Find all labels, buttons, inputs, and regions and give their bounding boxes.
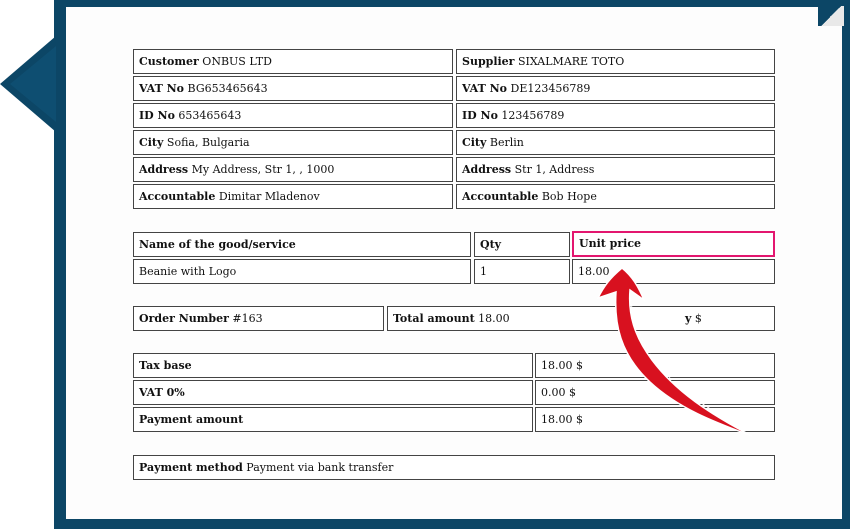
customer-vat-label: VAT No xyxy=(139,82,185,95)
callout-pointer-inner xyxy=(10,46,56,122)
payment-amount-label-cell: Payment amount xyxy=(133,407,533,432)
item-qty-value: 1 xyxy=(480,265,487,278)
order-number-label: Order Number xyxy=(139,312,229,325)
customer-city-label: City xyxy=(139,136,164,149)
customer-id-cell: ID No 653465643 xyxy=(133,103,453,128)
tax-base-label-cell: Tax base xyxy=(133,353,533,378)
customer-cell: Customer ONBUS LTD xyxy=(133,49,453,74)
item-row-name: Beanie with Logo xyxy=(133,259,471,284)
customer-address-cell: Address My Address, Str 1, , 1000 xyxy=(133,157,453,182)
customer-id-label: ID No xyxy=(139,109,175,122)
supplier-city-label: City xyxy=(462,136,487,149)
items-header-qty-label: Qty xyxy=(480,238,502,251)
item-row-qty: 1 xyxy=(474,259,570,284)
items-header-qty: Qty xyxy=(474,232,570,257)
vat-label: VAT 0% xyxy=(139,386,185,399)
items-header-name: Name of the good/service xyxy=(133,232,471,257)
total-amount-value: 18.00 xyxy=(478,312,510,325)
arrow-shape xyxy=(596,267,753,437)
order-number-cell: Order Number #163 xyxy=(133,306,384,331)
supplier-label: Supplier xyxy=(462,55,515,68)
customer-id-value: 653465643 xyxy=(178,109,242,122)
supplier-accountable-cell: Accountable Bob Hope xyxy=(456,184,775,209)
payment-amount-value: 18.00 $ xyxy=(541,413,583,426)
supplier-accountable-label: Accountable xyxy=(462,190,539,203)
supplier-cell: Supplier SIXALMARE TOTO xyxy=(456,49,775,74)
supplier-value: SIXALMARE TOTO xyxy=(517,55,625,68)
payment-method-label: Payment method xyxy=(139,461,243,474)
customer-label: Customer xyxy=(139,55,199,68)
items-header-unit-price-label: Unit price xyxy=(579,237,642,250)
supplier-id-label: ID No xyxy=(462,109,498,122)
supplier-address-value: Str 1, Address xyxy=(514,163,595,176)
customer-vat-value: BG653465643 xyxy=(187,82,268,95)
supplier-city-value: Berlin xyxy=(489,136,524,149)
supplier-vat-value: DE123456789 xyxy=(510,82,591,95)
customer-vat-cell: VAT No BG653465643 xyxy=(133,76,453,101)
order-number-value: #163 xyxy=(232,312,263,325)
customer-city-cell: City Sofia, Bulgaria xyxy=(133,130,453,155)
vat-value: 0.00 $ xyxy=(541,386,576,399)
customer-accountable-value: Dimitar Mladenov xyxy=(218,190,320,203)
items-header-name-label: Name of the good/service xyxy=(139,238,296,251)
items-header-unit-price: Unit price xyxy=(572,231,775,257)
customer-accountable-cell: Accountable Dimitar Mladenov xyxy=(133,184,453,209)
supplier-accountable-value: Bob Hope xyxy=(541,190,597,203)
payment-amount-label: Payment amount xyxy=(139,413,244,426)
total-amount-label: Total amount xyxy=(393,312,475,325)
customer-address-value: My Address, Str 1, , 1000 xyxy=(191,163,335,176)
tax-base-value: 18.00 $ xyxy=(541,359,583,372)
item-name-value: Beanie with Logo xyxy=(139,265,237,278)
supplier-vat-cell: VAT No DE123456789 xyxy=(456,76,775,101)
supplier-city-cell: City Berlin xyxy=(456,130,775,155)
supplier-id-cell: ID No 123456789 xyxy=(456,103,775,128)
page-fold-corner xyxy=(818,6,844,26)
customer-value: ONBUS LTD xyxy=(202,55,272,68)
customer-address-label: Address xyxy=(139,163,189,176)
customer-accountable-label: Accountable xyxy=(139,190,216,203)
customer-city-value: Sofia, Bulgaria xyxy=(166,136,250,149)
annotation-arrow-icon xyxy=(596,267,753,437)
supplier-address-cell: Address Str 1, Address xyxy=(456,157,775,182)
vat-label-cell: VAT 0% xyxy=(133,380,533,405)
tax-base-label: Tax base xyxy=(139,359,192,372)
payment-method-value: Payment via bank transfer xyxy=(246,461,394,474)
payment-method-cell: Payment method Payment via bank transfer xyxy=(133,455,775,480)
supplier-address-label: Address xyxy=(462,163,512,176)
supplier-vat-label: VAT No xyxy=(462,82,508,95)
supplier-id-value: 123456789 xyxy=(501,109,565,122)
